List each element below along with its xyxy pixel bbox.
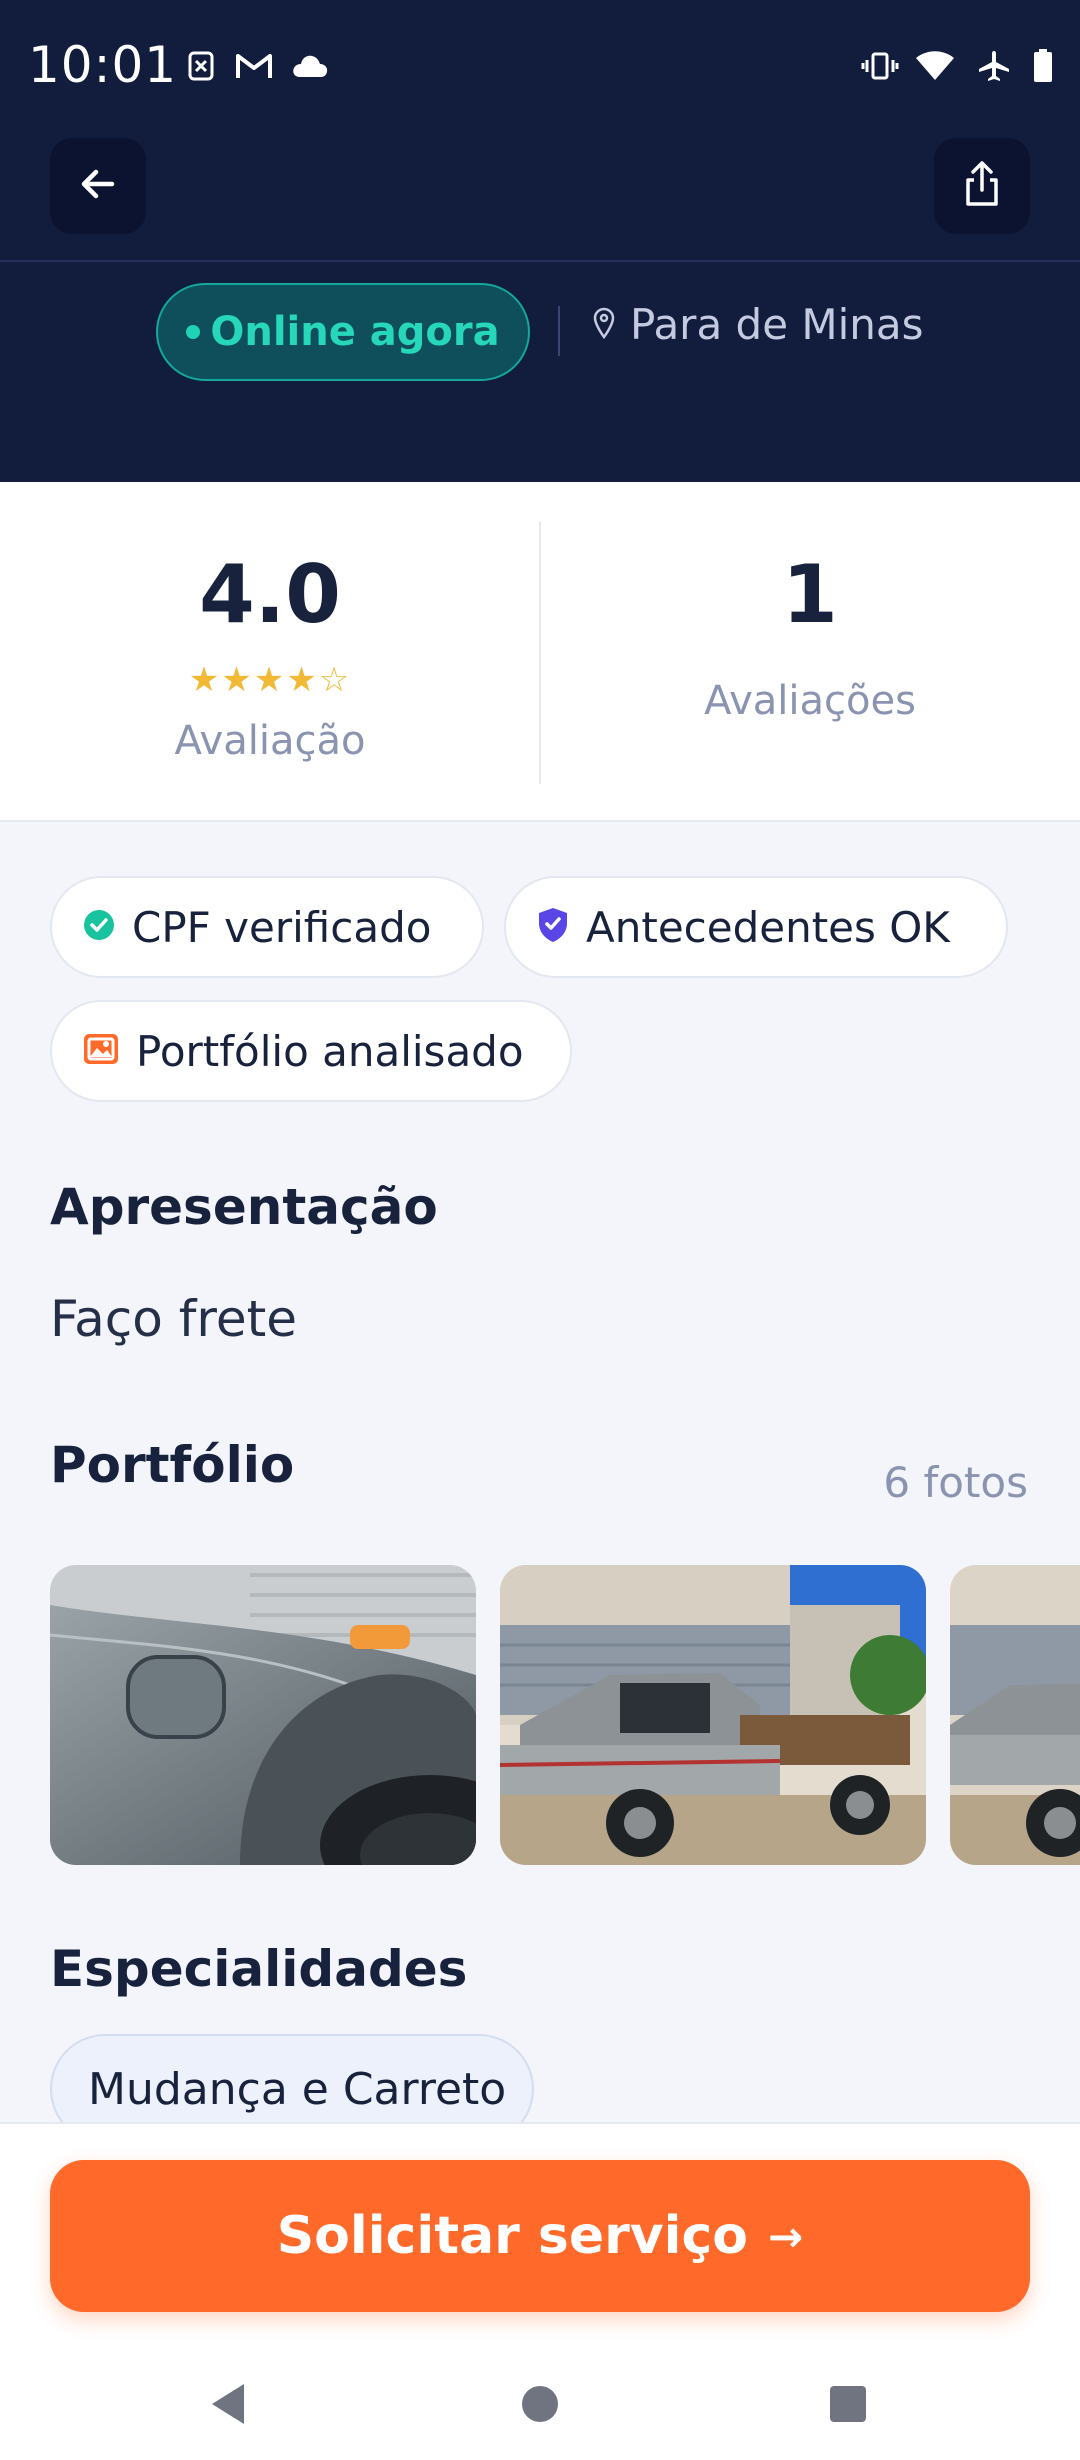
rating-value: 4.0: [199, 548, 341, 641]
photos-count[interactable]: 6 fotos: [883, 1458, 1028, 1507]
cloud-icon: [290, 48, 330, 84]
badge-portfolio-analyzed: Portfólio analisado: [50, 1000, 572, 1102]
portfolio-photo-1[interactable]: [50, 1565, 476, 1865]
reviews-value: 1: [782, 548, 838, 641]
header-separator: [558, 306, 560, 356]
request-service-button[interactable]: Solicitar serviço →: [50, 2160, 1030, 2312]
check-circle-icon: [82, 908, 116, 946]
request-service-label: Solicitar serviço: [276, 2206, 749, 2266]
wifi-icon: [914, 48, 956, 84]
online-status-label: Online agora: [210, 309, 500, 355]
back-button[interactable]: [50, 138, 146, 234]
profile-header: 10:01 Online agora Para de Minas: [0, 0, 1080, 482]
system-navigation-bar: [0, 2350, 1080, 2460]
square-recents-icon: [828, 2384, 868, 2428]
circle-home-icon: [520, 2384, 560, 2428]
share-button[interactable]: [934, 138, 1030, 234]
status-time: 10:01: [28, 36, 178, 94]
map-pin-icon: [592, 307, 616, 343]
triangle-back-icon: [208, 2382, 248, 2430]
badge-label: Antecedentes OK: [586, 902, 950, 952]
header-divider: [0, 260, 1080, 262]
rating-stat: 4.0 ★★★★☆ Avaliação: [0, 482, 540, 822]
status-bar: 10:01: [0, 0, 1080, 132]
reviews-label: Avaliações: [704, 678, 916, 724]
intro-section-title: Apresentação: [50, 1178, 438, 1236]
share-icon: [960, 160, 1004, 212]
specialty-chip-label: Mudança e Carreto: [88, 2063, 507, 2115]
intro-text: Faço frete: [50, 1290, 297, 1348]
system-back-button[interactable]: [200, 2378, 256, 2434]
location-info: Para de Minas: [592, 300, 924, 349]
specialties-section-title: Especialidades: [50, 1940, 468, 1998]
image-icon: [82, 1032, 120, 1070]
reviews-stat: 1 Avaliações: [540, 482, 1080, 822]
badge-label: Portfólio analisado: [136, 1026, 524, 1076]
portfolio-section-title: Portfólio: [50, 1436, 295, 1494]
portfolio-photo-3[interactable]: [950, 1565, 1080, 1865]
battery-icon: [1032, 48, 1054, 84]
badge-cpf-verified: CPF verificado: [50, 876, 484, 978]
header-nav: [0, 138, 1080, 258]
portfolio-photo-2[interactable]: [500, 1565, 926, 1865]
arrow-left-icon: [76, 162, 120, 210]
badge-background-check: Antecedentes OK: [504, 876, 1008, 978]
airplane-icon: [976, 48, 1012, 84]
badge-label: CPF verificado: [132, 902, 432, 952]
gmail-icon: [234, 48, 274, 84]
vibrate-icon: [860, 48, 900, 84]
shield-check-icon: [536, 906, 570, 948]
stats-card: 4.0 ★★★★☆ Avaliação 1 Avaliações: [0, 482, 1080, 822]
online-dot-icon: [186, 325, 201, 339]
location-label: Para de Minas: [630, 300, 924, 349]
online-status-badge: Online agora: [156, 283, 530, 381]
rating-label: Avaliação: [174, 718, 366, 764]
arrow-right-icon: →: [768, 2211, 804, 2261]
system-recents-button[interactable]: [820, 2378, 876, 2434]
notification-x-icon: [186, 48, 216, 84]
system-home-button[interactable]: [512, 2378, 568, 2434]
rating-stars: ★★★★☆: [188, 660, 352, 700]
